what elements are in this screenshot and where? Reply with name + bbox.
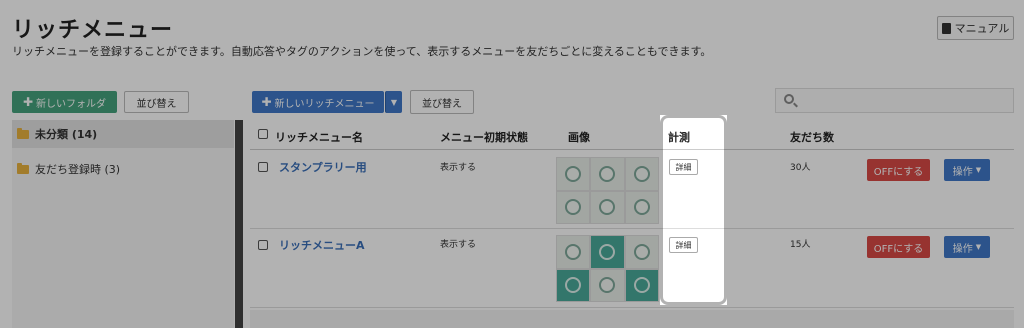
- row-checkbox[interactable]: [258, 240, 268, 250]
- manual-label: マニュアル: [954, 22, 1010, 35]
- richmenu-page: リッチメニュー リッチメニューを登録することができます。自動応答やタグのアクショ…: [0, 0, 1024, 328]
- chevron-down-icon: ▼: [975, 166, 982, 174]
- folder-label: 友だち登録時 (3): [35, 163, 121, 176]
- initial-state: 表示する: [440, 163, 477, 173]
- table-header: リッチメニュー名 メニュー初期状態 画像 計測 友だち数: [250, 120, 1014, 150]
- richmenu-name-link[interactable]: リッチメニューA: [279, 237, 365, 253]
- folder-icon: [17, 127, 29, 139]
- location-icon: [599, 277, 616, 294]
- flag-icon: [565, 199, 582, 216]
- column-header-measurement: 計測: [668, 131, 690, 144]
- search-input[interactable]: [775, 88, 1014, 113]
- phone-icon: [633, 277, 650, 294]
- column-header-friends: 友だち数: [790, 131, 834, 144]
- folder-item-unclassified[interactable]: 未分類 (14): [12, 120, 234, 148]
- page-title: リッチメニュー: [12, 18, 174, 43]
- row-checkbox[interactable]: [258, 162, 268, 172]
- sort-label: 並び替え: [136, 98, 177, 110]
- table-footer: [250, 310, 1014, 328]
- chevron-down-icon: ▼: [390, 97, 398, 107]
- calendar-icon: [633, 243, 650, 260]
- thumbnail-tile: [591, 269, 624, 301]
- sort-folders-button[interactable]: 並び替え: [124, 91, 189, 113]
- folder-icon: [17, 162, 29, 174]
- column-header-image: 画像: [568, 131, 590, 144]
- sidebar-divider[interactable]: [235, 120, 243, 328]
- friends-count: 15人: [790, 240, 811, 250]
- friends-count: 30人: [790, 163, 811, 173]
- chevron-down-icon: ▼: [975, 243, 982, 251]
- richmenu-name-link[interactable]: スタンプラリー用: [279, 159, 367, 175]
- sort-label: 並び替え: [422, 98, 462, 110]
- location-icon: [633, 199, 650, 216]
- thumbnail-tile: [625, 236, 658, 268]
- manual-button[interactable]: マニュアル: [937, 16, 1014, 40]
- actions-label: 操作: [952, 243, 973, 255]
- folder-item-friend-registration[interactable]: 友だち登録時 (3): [12, 155, 234, 183]
- new-richmenu-button[interactable]: ✚ 新しいリッチメニュー: [252, 91, 384, 113]
- doc-icon: [565, 243, 582, 260]
- table-row: スタンプラリー用 表示する 詳細 30人 OFFにする 操作 ▼: [250, 151, 1014, 229]
- select-all-checkbox[interactable]: [258, 129, 268, 139]
- turn-off-button[interactable]: OFFにする: [867, 159, 930, 181]
- richmenu-table: リッチメニュー名 メニュー初期状態 画像 計測 友だち数 スタンプラリー用 表示…: [250, 120, 1014, 328]
- star-icon: [599, 243, 616, 260]
- thumbnail-tile: [625, 158, 658, 190]
- new-folder-button[interactable]: ✚ 新しいフォルダ: [12, 91, 117, 113]
- detail-button[interactable]: 詳細: [669, 237, 698, 253]
- thumbnail-tile: [557, 191, 590, 223]
- thumbnail-tile: [625, 191, 658, 223]
- thumbnail-tile: [557, 236, 590, 268]
- richmenu-thumbnail[interactable]: [556, 157, 659, 224]
- actions-label: 操作: [952, 166, 973, 178]
- column-header-name: リッチメニュー名: [275, 131, 363, 144]
- plus-icon: ✚: [261, 95, 272, 109]
- new-richmenu-dropdown[interactable]: ▼: [385, 91, 402, 113]
- search-icon: [784, 94, 794, 104]
- detail-button[interactable]: 詳細: [669, 159, 698, 175]
- sort-richmenus-button[interactable]: 並び替え: [410, 90, 474, 114]
- chat-icon: [565, 165, 582, 182]
- initial-state: 表示する: [440, 240, 477, 250]
- stamp-icon: [599, 165, 616, 182]
- cart-icon: [565, 277, 582, 294]
- thumbnail-tile: [557, 269, 590, 301]
- new-folder-label: 新しいフォルダ: [36, 98, 107, 110]
- page-subtitle: リッチメニューを登録することができます。自動応答やタグのアクションを使って、表示…: [12, 45, 712, 58]
- thumbnail-tile: [625, 269, 658, 301]
- richmenu-thumbnail[interactable]: [556, 235, 659, 302]
- thumbnail-tile: [557, 158, 590, 190]
- turn-off-button[interactable]: OFFにする: [867, 236, 930, 258]
- thumbnail-tile: [591, 191, 624, 223]
- folder-label: 未分類 (14): [35, 128, 98, 141]
- column-header-initial-state: メニュー初期状態: [440, 131, 528, 144]
- folder-sidebar: 未分類 (14) 友だち登録時 (3): [12, 120, 234, 328]
- plus-icon: ✚: [22, 95, 34, 109]
- actions-dropdown-button[interactable]: 操作 ▼: [944, 236, 990, 258]
- table-row: リッチメニューA 表示する 詳細 15人 OFFにする 操作 ▼: [250, 230, 1014, 308]
- thumbnail-tile: [591, 236, 624, 268]
- new-richmenu-label: 新しいリッチメニュー: [274, 98, 375, 110]
- actions-dropdown-button[interactable]: 操作 ▼: [944, 159, 990, 181]
- thumbnail-tile: [591, 158, 624, 190]
- calendar-icon: [633, 165, 650, 182]
- book-icon: [941, 22, 951, 34]
- phone-icon: [599, 199, 616, 216]
